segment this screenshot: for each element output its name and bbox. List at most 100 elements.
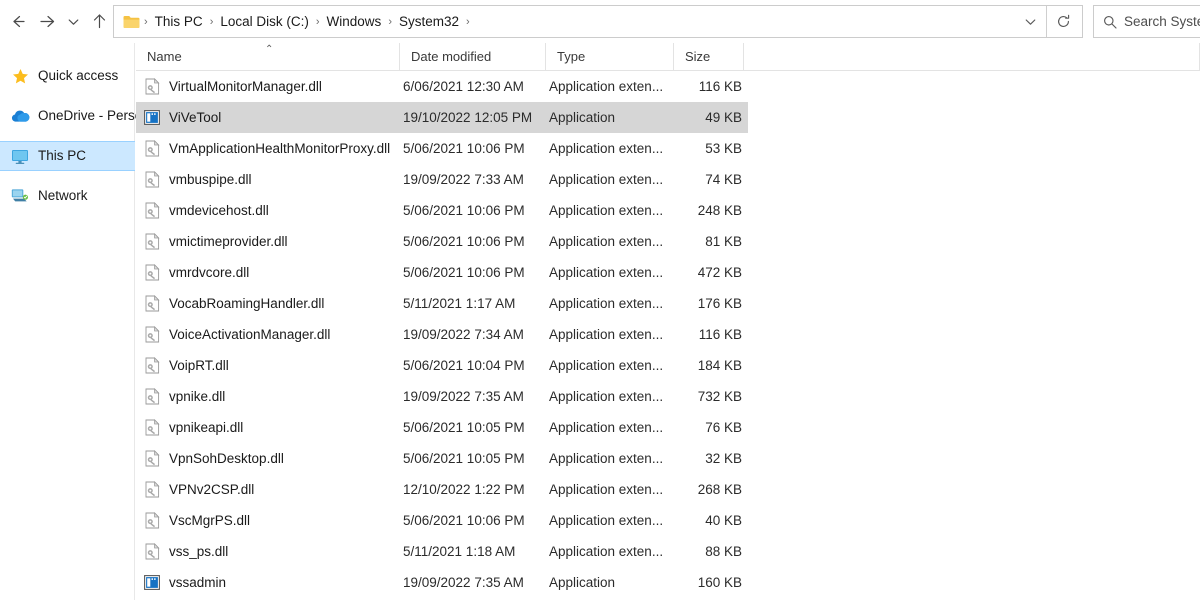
up-button[interactable] <box>84 7 114 37</box>
table-row[interactable]: vss_ps.dll5/11/2021 1:18 AMApplication e… <box>136 536 748 567</box>
file-type-cell: Application exten... <box>546 78 674 95</box>
search-box[interactable]: Search Syste <box>1093 5 1200 38</box>
table-row[interactable]: vmrdvcore.dll5/06/2021 10:06 PMApplicati… <box>136 257 748 288</box>
breadcrumb-item-local-disk-c[interactable]: Local Disk (C:) <box>215 11 314 33</box>
file-name-label: VscMgrPS.dll <box>169 512 250 529</box>
network-icon <box>10 186 30 206</box>
table-row[interactable]: vssadmin19/09/2022 7:35 AMApplication160… <box>136 567 748 598</box>
file-name-label: VoiceActivationManager.dll <box>169 326 330 343</box>
file-date-cell: 5/06/2021 10:06 PM <box>400 140 546 157</box>
column-header-size[interactable]: Size <box>674 43 744 70</box>
sidebar-item-network[interactable]: Network <box>0 181 134 211</box>
breadcrumb-item-this-pc[interactable]: This PC <box>150 11 208 33</box>
table-row[interactable]: VocabRoamingHandler.dll5/11/2021 1:17 AM… <box>136 288 748 319</box>
table-row[interactable]: VoipRT.dll5/06/2021 10:04 PMApplication … <box>136 350 748 381</box>
file-explorer-window: › This PC › Local Disk (C:) › Windows › … <box>0 0 1200 600</box>
dll-file-icon <box>144 543 160 560</box>
folder-icon <box>123 15 140 29</box>
table-row[interactable]: ViVeTool19/10/2022 12:05 PMApplication49… <box>136 102 748 133</box>
table-row[interactable]: VscMgrPS.dll5/06/2021 10:06 PMApplicatio… <box>136 505 748 536</box>
table-row[interactable]: VirtualMonitorManager.dll 6/06/2021 12:30… <box>136 71 748 102</box>
file-size-cell: 268 KB <box>674 481 742 498</box>
file-type-cell: Application exten... <box>546 233 674 250</box>
address-bar[interactable]: › This PC › Local Disk (C:) › Windows › … <box>113 5 1083 38</box>
file-name-cell: vpnikeapi.dll <box>136 419 400 436</box>
file-list-pane: Name ⌃ Date modified Type Size VirtualMo… <box>136 43 1200 600</box>
file-type-cell: Application exten... <box>546 481 674 498</box>
file-size-cell: 116 KB <box>674 78 742 95</box>
table-row[interactable]: vmbuspipe.dll19/09/2022 7:33 AMApplicati… <box>136 164 748 195</box>
file-name-label: vpnikeapi.dll <box>169 419 243 436</box>
breadcrumb-separator[interactable]: › <box>464 14 472 30</box>
file-name-cell: VPNv2CSP.dll <box>136 481 400 498</box>
file-date-cell: 5/06/2021 10:05 PM <box>400 450 546 467</box>
table-row[interactable]: VpnSohDesktop.dll5/06/2021 10:05 PMAppli… <box>136 443 748 474</box>
address-dropdown-button[interactable] <box>1015 7 1045 36</box>
file-type-cell: Application exten... <box>546 264 674 281</box>
file-type-cell: Application exten... <box>546 202 674 219</box>
forward-button[interactable] <box>32 7 62 37</box>
file-size-cell: 81 KB <box>674 233 742 250</box>
file-type-cell: Application exten... <box>546 388 674 405</box>
file-size-cell: 76 KB <box>674 419 742 436</box>
search-input[interactable]: Search Syste <box>1124 14 1200 29</box>
table-row[interactable]: VPNv2CSP.dll12/10/2022 1:22 PMApplicatio… <box>136 474 748 505</box>
cloud-icon <box>10 106 30 126</box>
file-type-cell: Application <box>546 574 674 591</box>
sidebar-item-quick-access[interactable]: Quick access <box>0 61 134 91</box>
column-header-date-modified[interactable]: Date modified <box>400 43 546 70</box>
file-name-label: VpnSohDesktop.dll <box>169 450 284 467</box>
file-date-cell: 6/06/2021 12:30 AM <box>400 78 546 95</box>
breadcrumb-item-system32[interactable]: System32 <box>394 11 464 33</box>
dll-file-icon <box>144 450 160 467</box>
table-row[interactable]: vpnike.dll19/09/2022 7:35 AMApplication … <box>136 381 748 412</box>
column-header-type[interactable]: Type <box>546 43 674 70</box>
breadcrumb-separator[interactable]: › <box>314 14 322 30</box>
file-name-label: VocabRoamingHandler.dll <box>169 295 324 312</box>
breadcrumb-separator[interactable]: › <box>386 14 394 30</box>
file-size-cell: 184 KB <box>674 357 742 374</box>
file-name-cell: VocabRoamingHandler.dll <box>136 295 400 312</box>
refresh-button[interactable] <box>1048 7 1078 36</box>
file-size-cell: 116 KB <box>674 326 742 343</box>
table-row[interactable]: VmApplicationHealthMonitorProxy.dll 5/06/… <box>136 133 748 164</box>
dll-file-icon <box>144 512 160 529</box>
file-name-label: vpnike.dll <box>169 388 225 405</box>
file-name-cell: VscMgrPS.dll <box>136 512 400 529</box>
dll-file-icon <box>144 233 160 250</box>
file-rows: VirtualMonitorManager.dll 6/06/2021 12:30… <box>136 71 1200 598</box>
file-type-cell: Application exten... <box>546 326 674 343</box>
file-name-label: VPNv2CSP.dll <box>169 481 254 498</box>
dll-file-icon <box>144 357 160 374</box>
file-name-label: VmApplicationHealthMonitorProxy.dll <box>169 140 390 157</box>
table-row[interactable]: vmdevicehost.dll5/06/2021 10:06 PMApplic… <box>136 195 748 226</box>
breadcrumb-separator[interactable]: › <box>208 14 216 30</box>
back-button[interactable] <box>2 7 32 37</box>
dll-file-icon <box>144 419 160 436</box>
file-name-cell: VirtualMonitorManager.dll <box>136 78 400 95</box>
file-name-label: vmbuspipe.dll <box>169 171 252 188</box>
sidebar-item-this-pc[interactable]: This PC <box>0 141 135 171</box>
sidebar-item-label: Network <box>38 188 88 204</box>
dll-file-icon <box>144 264 160 281</box>
column-header-name[interactable]: Name ⌃ <box>136 43 400 70</box>
table-row[interactable]: vpnikeapi.dll5/06/2021 10:05 PMApplicati… <box>136 412 748 443</box>
file-name-cell: vss_ps.dll <box>136 543 400 560</box>
file-name-cell: vmrdvcore.dll <box>136 264 400 281</box>
recent-locations-button[interactable] <box>62 7 84 37</box>
file-name-cell: VmApplicationHealthMonitorProxy.dll <box>136 140 400 157</box>
sort-ascending-icon: ⌃ <box>265 45 273 55</box>
table-row[interactable]: VoiceActivationManager.dll19/09/2022 7:3… <box>136 319 748 350</box>
file-name-label: VirtualMonitorManager.dll <box>169 78 322 95</box>
file-name-label: vmdevicehost.dll <box>169 202 269 219</box>
sidebar-item-onedrive-personal[interactable]: OneDrive - Personal <box>0 101 134 131</box>
file-size-cell: 40 KB <box>674 512 742 529</box>
file-name-cell: ViVeTool <box>136 109 400 126</box>
table-row[interactable]: vmictimeprovider.dll5/06/2021 10:06 PMAp… <box>136 226 748 257</box>
divider <box>1046 6 1047 37</box>
file-size-cell: 248 KB <box>674 202 742 219</box>
application-icon <box>144 574 160 591</box>
file-name-cell: vmdevicehost.dll <box>136 202 400 219</box>
file-name-cell: vmbuspipe.dll <box>136 171 400 188</box>
breadcrumb-item-windows[interactable]: Windows <box>322 11 387 33</box>
